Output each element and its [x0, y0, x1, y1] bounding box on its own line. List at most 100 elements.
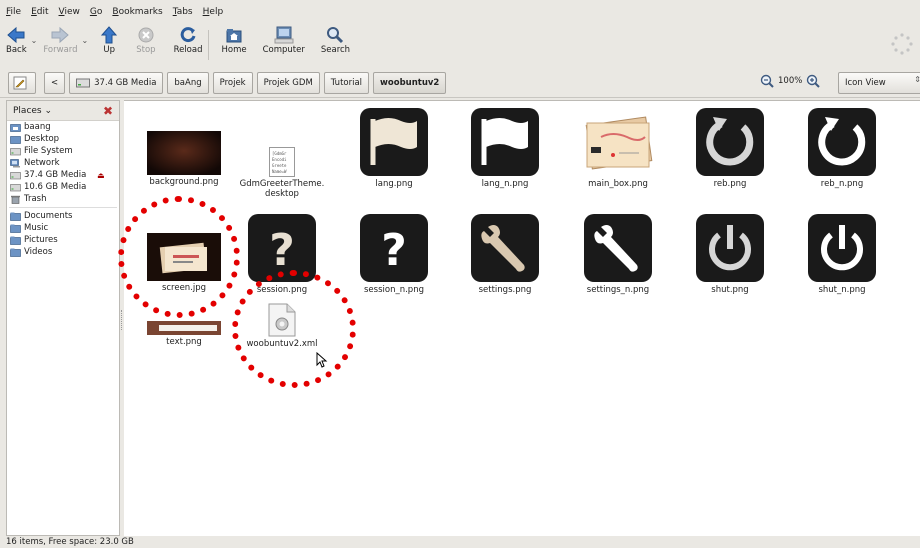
- eject-icon[interactable]: ⏏: [97, 171, 105, 180]
- breadcrumb-projek-gdm[interactable]: Projek GDM: [256, 71, 320, 94]
- file-item-shut[interactable]: shut.png: [682, 213, 778, 295]
- wrench-icon: [584, 214, 652, 282]
- file-item-background[interactable]: background.png: [136, 131, 232, 187]
- breadcrumb-tutorial[interactable]: Tutorial: [323, 71, 370, 94]
- sidebar-item-media-10[interactable]: 10.6 GB Media: [7, 181, 119, 193]
- file-item-reb-n[interactable]: reb_n.png: [794, 107, 890, 189]
- main-box-image-thumbnail: [585, 116, 653, 170]
- toggle-location-entry-button[interactable]: [8, 71, 36, 94]
- question-mark-icon: ?: [248, 214, 316, 282]
- file-item-woobuntuv2-xml[interactable]: woobuntuv2.xml: [234, 303, 330, 349]
- search-button[interactable]: Search: [321, 24, 350, 68]
- menu-file[interactable]: File: [6, 7, 21, 17]
- reload-button[interactable]: Reload: [174, 24, 202, 68]
- sidebar-item-file-system[interactable]: File System: [7, 145, 119, 157]
- breadcrumb-media[interactable]: 37.4 GB Media: [69, 71, 164, 94]
- file-item-screen[interactable]: screen.jpg: [136, 233, 232, 293]
- computer-button[interactable]: Computer: [263, 24, 305, 68]
- preview-line-3: Greete: [272, 163, 287, 168]
- stop-button[interactable]: Stop: [136, 24, 156, 68]
- sidebar-item-network[interactable]: Network: [7, 157, 119, 169]
- file-item-main-box[interactable]: main_box.png: [570, 107, 666, 189]
- forward-arrow-icon: [51, 26, 70, 44]
- toolbar-separator: [208, 30, 210, 60]
- sidebar-divider: [9, 207, 117, 208]
- breadcrumb-scroll-left-button[interactable]: <: [44, 71, 66, 94]
- file-item-session[interactable]: ? session.png: [234, 213, 330, 295]
- menu-go[interactable]: Go: [90, 7, 103, 17]
- forward-button[interactable]: Forward: [43, 24, 78, 68]
- sidebar-item-media-37[interactable]: 37.4 GB Media ⏏: [7, 169, 119, 181]
- sidebar-item-documents[interactable]: Documents: [7, 210, 119, 222]
- menu-tabs[interactable]: Tabs: [173, 7, 193, 17]
- sidebar-pane-selector[interactable]: Places ⌄: [13, 106, 52, 116]
- folder-icon: [10, 248, 21, 257]
- sidebar-item-desktop[interactable]: Desktop: [7, 133, 119, 145]
- view-mode-select[interactable]: Icon View ⇕: [838, 72, 920, 94]
- preview-line-2: Encodi: [272, 157, 287, 162]
- wrench-icon: [471, 214, 539, 282]
- flag-icon: [471, 108, 539, 176]
- sidebar-item-music[interactable]: Music: [7, 222, 119, 234]
- breadcrumb-baang[interactable]: baAng: [167, 71, 209, 94]
- screen-image-thumbnail: [147, 233, 221, 281]
- search-icon: [327, 27, 344, 44]
- file-item-settings-n[interactable]: settings_n.png: [570, 213, 666, 295]
- zoom-level[interactable]: 100%: [778, 76, 802, 86]
- breadcrumb-woobuntuv2[interactable]: woobuntuv2: [373, 71, 447, 94]
- xml-file-gear-icon: [268, 303, 296, 337]
- flag-icon: [360, 108, 428, 176]
- status-bar: 16 items, Free space: 23.0 GB: [0, 536, 920, 548]
- drive-icon: [10, 147, 21, 155]
- home-button[interactable]: Home: [221, 24, 247, 68]
- activity-throbber-icon: [891, 33, 913, 55]
- file-item-settings[interactable]: settings.png: [457, 213, 553, 295]
- network-icon: [10, 158, 20, 167]
- drive-icon: [10, 171, 21, 179]
- trash-icon: [11, 195, 20, 204]
- file-item-session-n[interactable]: ? session_n.png: [346, 213, 442, 295]
- file-item-gdmgreetertheme[interactable]: [GdmGr Encodi Greete Name=W GdmGreeterTh…: [234, 147, 330, 199]
- up-button[interactable]: Up: [100, 24, 118, 68]
- back-button[interactable]: Back: [6, 24, 27, 68]
- menu-view[interactable]: View: [59, 7, 80, 17]
- drive-icon: [10, 183, 21, 191]
- sidebar-item-videos[interactable]: Videos: [7, 246, 119, 258]
- power-icon: [696, 214, 764, 282]
- menu-help[interactable]: Help: [203, 7, 224, 17]
- menu-bar: File Edit View Go Bookmarks Tabs Help: [0, 0, 920, 24]
- power-icon: [808, 214, 876, 282]
- file-icon-view: background.png [GdmGr Encodi Greete Name…: [124, 100, 920, 536]
- zoom-in-icon[interactable]: [806, 74, 821, 88]
- location-bar: < 37.4 GB Media baAng Projek Projek GDM …: [0, 68, 920, 98]
- file-item-reb[interactable]: reb.png: [682, 107, 778, 189]
- text-document-icon: [GdmGr Encodi Greete Name=W: [269, 147, 295, 177]
- breadcrumb-projek[interactable]: Projek: [212, 71, 253, 94]
- folder-icon: [10, 212, 21, 221]
- reload-icon: [180, 27, 196, 43]
- sidebar-item-trash[interactable]: Trash: [7, 193, 119, 205]
- svg-text:?: ?: [381, 225, 407, 276]
- folder-icon: [10, 236, 21, 245]
- preview-line-4: Name=W: [272, 169, 287, 174]
- stop-icon: [138, 27, 154, 43]
- sidebar-item-pictures[interactable]: Pictures: [7, 234, 119, 246]
- file-item-lang-n[interactable]: lang_n.png: [457, 107, 553, 189]
- back-history-chevron-icon[interactable]: ⌄: [31, 36, 38, 45]
- mouse-pointer-icon: [316, 352, 328, 368]
- sidebar-resize-handle[interactable]: [121, 310, 123, 330]
- file-item-lang[interactable]: lang.png: [346, 107, 442, 189]
- desktop-folder-icon: [10, 135, 21, 144]
- restart-icon: [808, 108, 876, 176]
- menu-bookmarks[interactable]: Bookmarks: [112, 7, 162, 17]
- file-item-text[interactable]: text.png: [136, 321, 232, 347]
- close-sidebar-icon[interactable]: ✖: [103, 104, 113, 118]
- sidebar-item-baang[interactable]: baang: [7, 121, 119, 133]
- back-arrow-icon: [7, 26, 25, 44]
- forward-history-chevron-icon[interactable]: ⌄: [82, 36, 89, 45]
- menu-edit[interactable]: Edit: [31, 7, 48, 17]
- background-image-thumbnail: [147, 131, 221, 175]
- file-item-shut-n[interactable]: shut_n.png: [794, 213, 890, 295]
- zoom-out-icon[interactable]: [760, 74, 774, 88]
- zoom-control: 100%: [760, 74, 821, 88]
